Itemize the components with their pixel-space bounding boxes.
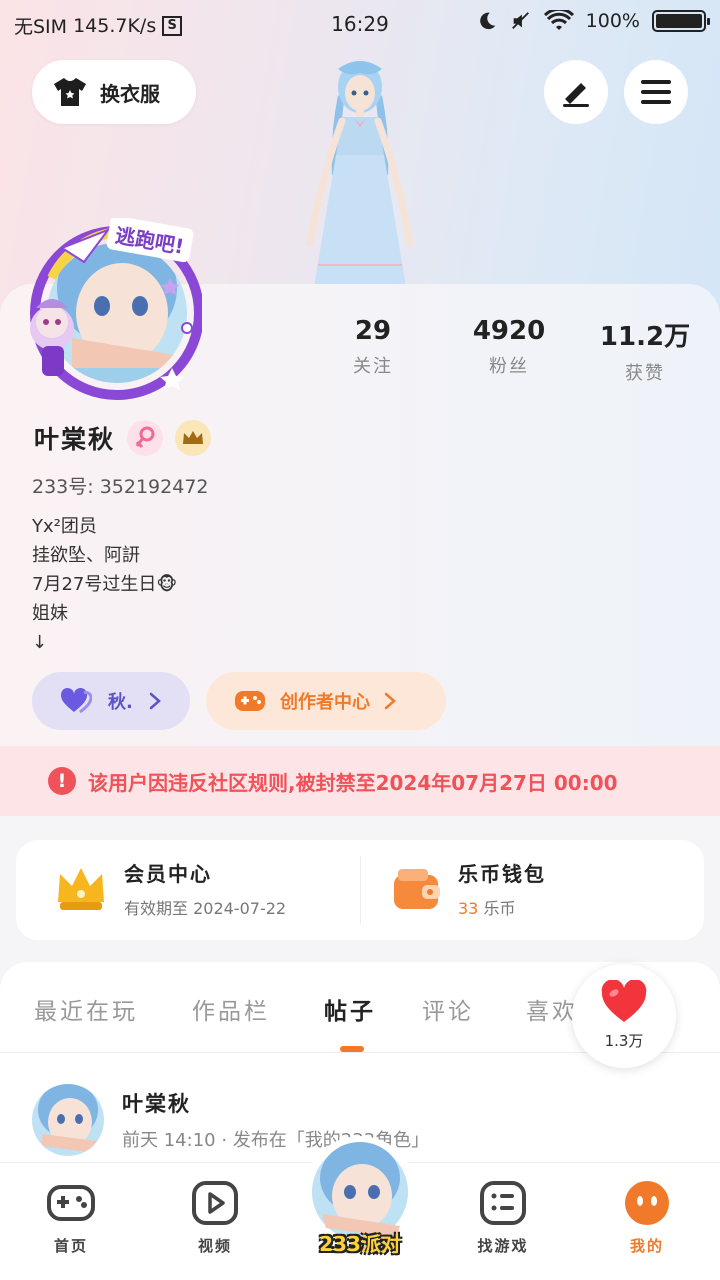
- nav-video[interactable]: 视频: [160, 1181, 270, 1256]
- wallet-title: 乐币钱包: [458, 862, 546, 886]
- party-label: 233派对: [319, 1232, 401, 1256]
- edit-profile-button[interactable]: [544, 60, 608, 124]
- status-right: 100%: [476, 10, 710, 32]
- gamepad-icon: [235, 691, 265, 711]
- nav-mine[interactable]: 我的: [592, 1181, 702, 1256]
- like-floating-button[interactable]: 1.3万: [572, 964, 676, 1068]
- ban-notice-text: 该用户因违反社区规则,被封禁至2024年07月27日 00:00: [88, 770, 618, 795]
- double-heart-icon: [60, 688, 92, 714]
- stat-label: 粉丝: [489, 356, 529, 377]
- menu-button[interactable]: [624, 60, 688, 124]
- wallet-balance: 33 乐币: [458, 895, 546, 919]
- menu-icon: [641, 80, 671, 104]
- chevron-right-icon: [384, 692, 396, 710]
- pencil-icon: [563, 83, 589, 107]
- wallet-amount: 33: [458, 899, 479, 918]
- nav-label: 首页: [53, 1237, 88, 1255]
- user-id[interactable]: 233号: 352192472: [32, 472, 209, 499]
- friend-relation-button[interactable]: 秋.: [32, 672, 190, 730]
- member-center-title: 会员中心: [124, 862, 212, 886]
- face-icon: [625, 1181, 669, 1225]
- stat-following[interactable]: 29 关注: [305, 316, 441, 385]
- profile-stats: 29 关注 4920 粉丝 11.2万 获赞: [305, 316, 715, 385]
- status-bar: 无SIM 145.7K/s S 16:29 100%: [0, 0, 720, 46]
- tab-likes[interactable]: 喜欢: [526, 992, 578, 1026]
- battery-icon: [652, 10, 710, 32]
- change-outfit-button[interactable]: 换衣服: [32, 60, 196, 124]
- tab-recently-played[interactable]: 最近在玩: [34, 992, 138, 1026]
- nav-label: 视频: [197, 1237, 232, 1255]
- post-author-name[interactable]: 叶棠秋: [122, 1088, 191, 1118]
- heart-icon: [601, 980, 647, 1022]
- stat-likes[interactable]: 11.2万 获赞: [577, 316, 713, 385]
- stat-followers[interactable]: 4920 粉丝: [441, 316, 577, 385]
- wallet-entry[interactable]: 乐币钱包 33 乐币: [392, 858, 546, 919]
- stat-number: 11.2万: [599, 322, 691, 352]
- ban-notice: ! 该用户因违反社区规则,被封禁至2024年07月27日 00:00: [0, 746, 720, 816]
- divider: [360, 856, 361, 924]
- nav-home[interactable]: 首页: [16, 1181, 126, 1256]
- female-gender-icon: [127, 420, 164, 456]
- moon-icon: [479, 12, 495, 30]
- tshirt-icon: [54, 78, 86, 106]
- like-count: 1.3万: [604, 1032, 644, 1050]
- crown-icon: [58, 867, 104, 910]
- friend-relation-label: 秋.: [108, 692, 133, 713]
- stat-number: 29: [354, 316, 392, 346]
- tab-comments[interactable]: 评论: [422, 992, 474, 1026]
- list-icon: [480, 1181, 526, 1225]
- stat-label: 关注: [353, 356, 393, 377]
- profile-bio: Yx²团员 挂欲坠、阿訮 7月27号过生日🐵 姐妹 ↓: [32, 512, 177, 657]
- bio-line: 姐妹: [32, 603, 68, 624]
- name-row: 叶棠秋: [34, 420, 212, 456]
- avatar-character-figure[interactable]: [280, 55, 440, 295]
- bio-line: Yx²团员: [32, 516, 97, 537]
- crown-badge-icon[interactable]: [175, 420, 212, 456]
- wallet-unit: 乐币: [483, 899, 516, 918]
- nav-find-games[interactable]: 找游戏: [448, 1181, 558, 1256]
- bio-line: 7月27号过生日🐵: [32, 574, 178, 595]
- nav-label: 我的: [629, 1237, 664, 1255]
- bio-line: 挂欲坠、阿訮: [32, 545, 140, 566]
- stat-number: 4920: [472, 316, 546, 346]
- nav-233-party[interactable]: 233派对: [300, 1130, 420, 1270]
- battery-percent: 100%: [585, 10, 640, 32]
- wifi-icon: [543, 10, 574, 30]
- nav-label: 找游戏: [477, 1237, 529, 1255]
- chevron-right-icon: [149, 692, 161, 710]
- bio-line: ↓: [32, 632, 48, 653]
- member-expiry: 有效期至 2024-07-22: [124, 899, 287, 918]
- member-center-entry[interactable]: 会员中心 有效期至 2024-07-22: [54, 858, 286, 919]
- profile-name: 叶棠秋: [34, 425, 116, 454]
- tab-posts[interactable]: 帖子: [324, 992, 376, 1026]
- tab-works[interactable]: 作品栏: [192, 992, 270, 1026]
- post-author-avatar[interactable]: [32, 1084, 104, 1156]
- membership-card: 会员中心 有效期至 2024-07-22 乐币钱包 33 乐币: [16, 840, 704, 940]
- wallet-icon: [394, 868, 440, 909]
- mute-icon: [511, 12, 529, 29]
- stat-label: 获赞: [625, 363, 665, 384]
- change-outfit-label: 换衣服: [100, 81, 160, 106]
- play-icon: [192, 1181, 238, 1225]
- creator-center-label: 创作者中心: [280, 692, 370, 713]
- creator-center-button[interactable]: 创作者中心: [206, 672, 446, 730]
- profile-avatar[interactable]: 逃跑吧!: [22, 218, 202, 408]
- warning-icon: !: [48, 767, 76, 795]
- gamepad-icon: [47, 1185, 95, 1221]
